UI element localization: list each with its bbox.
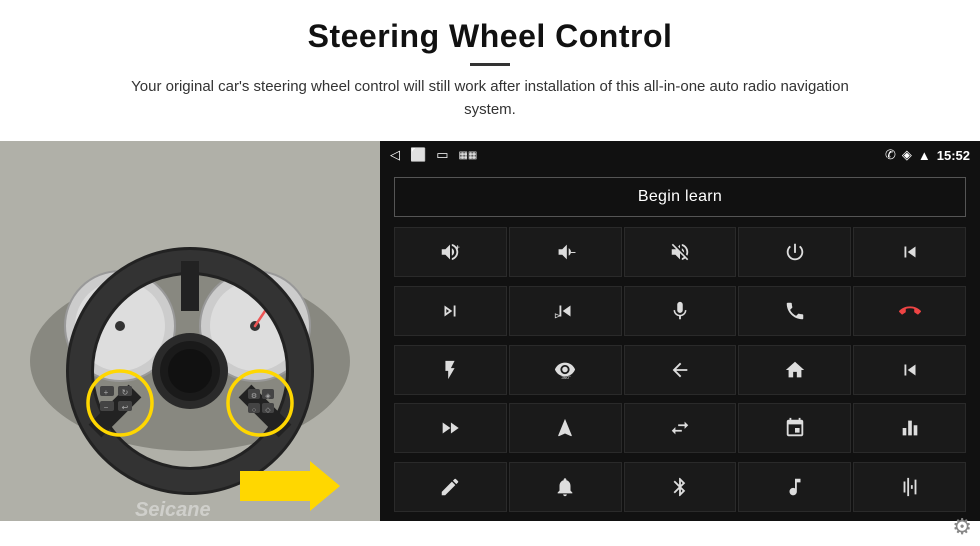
status-bar-right: ✆ ◈ ▲ 15:52 [885,147,970,163]
vol-up-button[interactable]: + [394,227,507,277]
svg-text:−: − [104,403,109,412]
bluetooth-button[interactable] [624,462,737,512]
home-nav-button[interactable] [738,345,851,395]
svg-text:+: + [104,388,109,397]
notification-icon: ▦▦ [458,150,477,161]
wifi-status-icon: ▲ [918,148,931,163]
page-description: Your original car's steering wheel contr… [115,76,865,121]
svg-text:360°: 360° [562,375,572,380]
gear-icon[interactable]: ⚙ [952,514,972,539]
svg-text:○: ○ [252,407,256,414]
music-button[interactable] [738,462,851,512]
record-button[interactable] [738,403,851,453]
waveform-button[interactable] [853,462,966,512]
steering-wheel-image: + ↻ − ↩ ⚙ ◈ ○ ◇ Seicane [0,141,380,521]
android-screen: ◁ ⬜ ▭ ▦▦ ✆ ◈ ▲ 15:52 Begin learn + − [380,141,980,521]
pen-button[interactable] [394,462,507,512]
skip-back-button[interactable] [853,345,966,395]
begin-learn-row: Begin learn [380,169,980,225]
back-nav-icon[interactable]: ◁ [390,147,400,163]
mic-button[interactable] [624,286,737,336]
phone-answer-button[interactable] [738,286,851,336]
svg-text:Seicane: Seicane [135,499,211,521]
status-time: 15:52 [937,148,970,163]
power-button[interactable] [738,227,851,277]
skip-prev-button[interactable]: ⊳ [509,286,622,336]
back-nav-button[interactable] [624,345,737,395]
prev-track-button[interactable] [853,227,966,277]
recents-nav-icon[interactable]: ▭ [436,147,448,163]
svg-text:↩: ↩ [122,403,129,412]
begin-learn-button[interactable]: Begin learn [394,177,966,217]
360-view-button[interactable]: 360° [509,345,622,395]
phone-status-icon: ✆ [885,147,896,163]
vol-down-button[interactable]: − [509,227,622,277]
svg-text:−: − [571,248,576,258]
svg-text:◇: ◇ [265,407,271,414]
page-title: Steering Wheel Control [60,18,920,55]
home-nav-icon[interactable]: ⬜ [410,147,426,163]
phone-end-button[interactable] [853,286,966,336]
fast-forward-button[interactable] [394,403,507,453]
title-divider [470,63,510,66]
settings-bar: ⚙ [952,514,972,540]
svg-text:⚙: ⚙ [251,392,257,400]
page-header: Steering Wheel Control Your original car… [0,0,980,131]
ring-button[interactable] [509,462,622,512]
vol-mute-button[interactable] [624,227,737,277]
content-area: + ↻ − ↩ ⚙ ◈ ○ ◇ Seicane ◁ ⬜ [0,141,980,521]
svg-text:+: + [456,242,460,251]
status-bar-left: ◁ ⬜ ▭ ▦▦ [390,147,477,163]
location-status-icon: ◈ [902,147,912,163]
equalizer-button[interactable] [853,403,966,453]
svg-text:⊳: ⊳ [554,311,561,320]
flashlight-button[interactable] [394,345,507,395]
swap-button[interactable] [624,403,737,453]
svg-text:◈: ◈ [265,393,271,400]
control-grid: + − ⊳ [380,225,980,521]
next-button[interactable] [394,286,507,336]
svg-text:↻: ↻ [122,388,129,397]
status-bar: ◁ ⬜ ▭ ▦▦ ✆ ◈ ▲ 15:52 [380,141,980,169]
navigate-button[interactable] [509,403,622,453]
